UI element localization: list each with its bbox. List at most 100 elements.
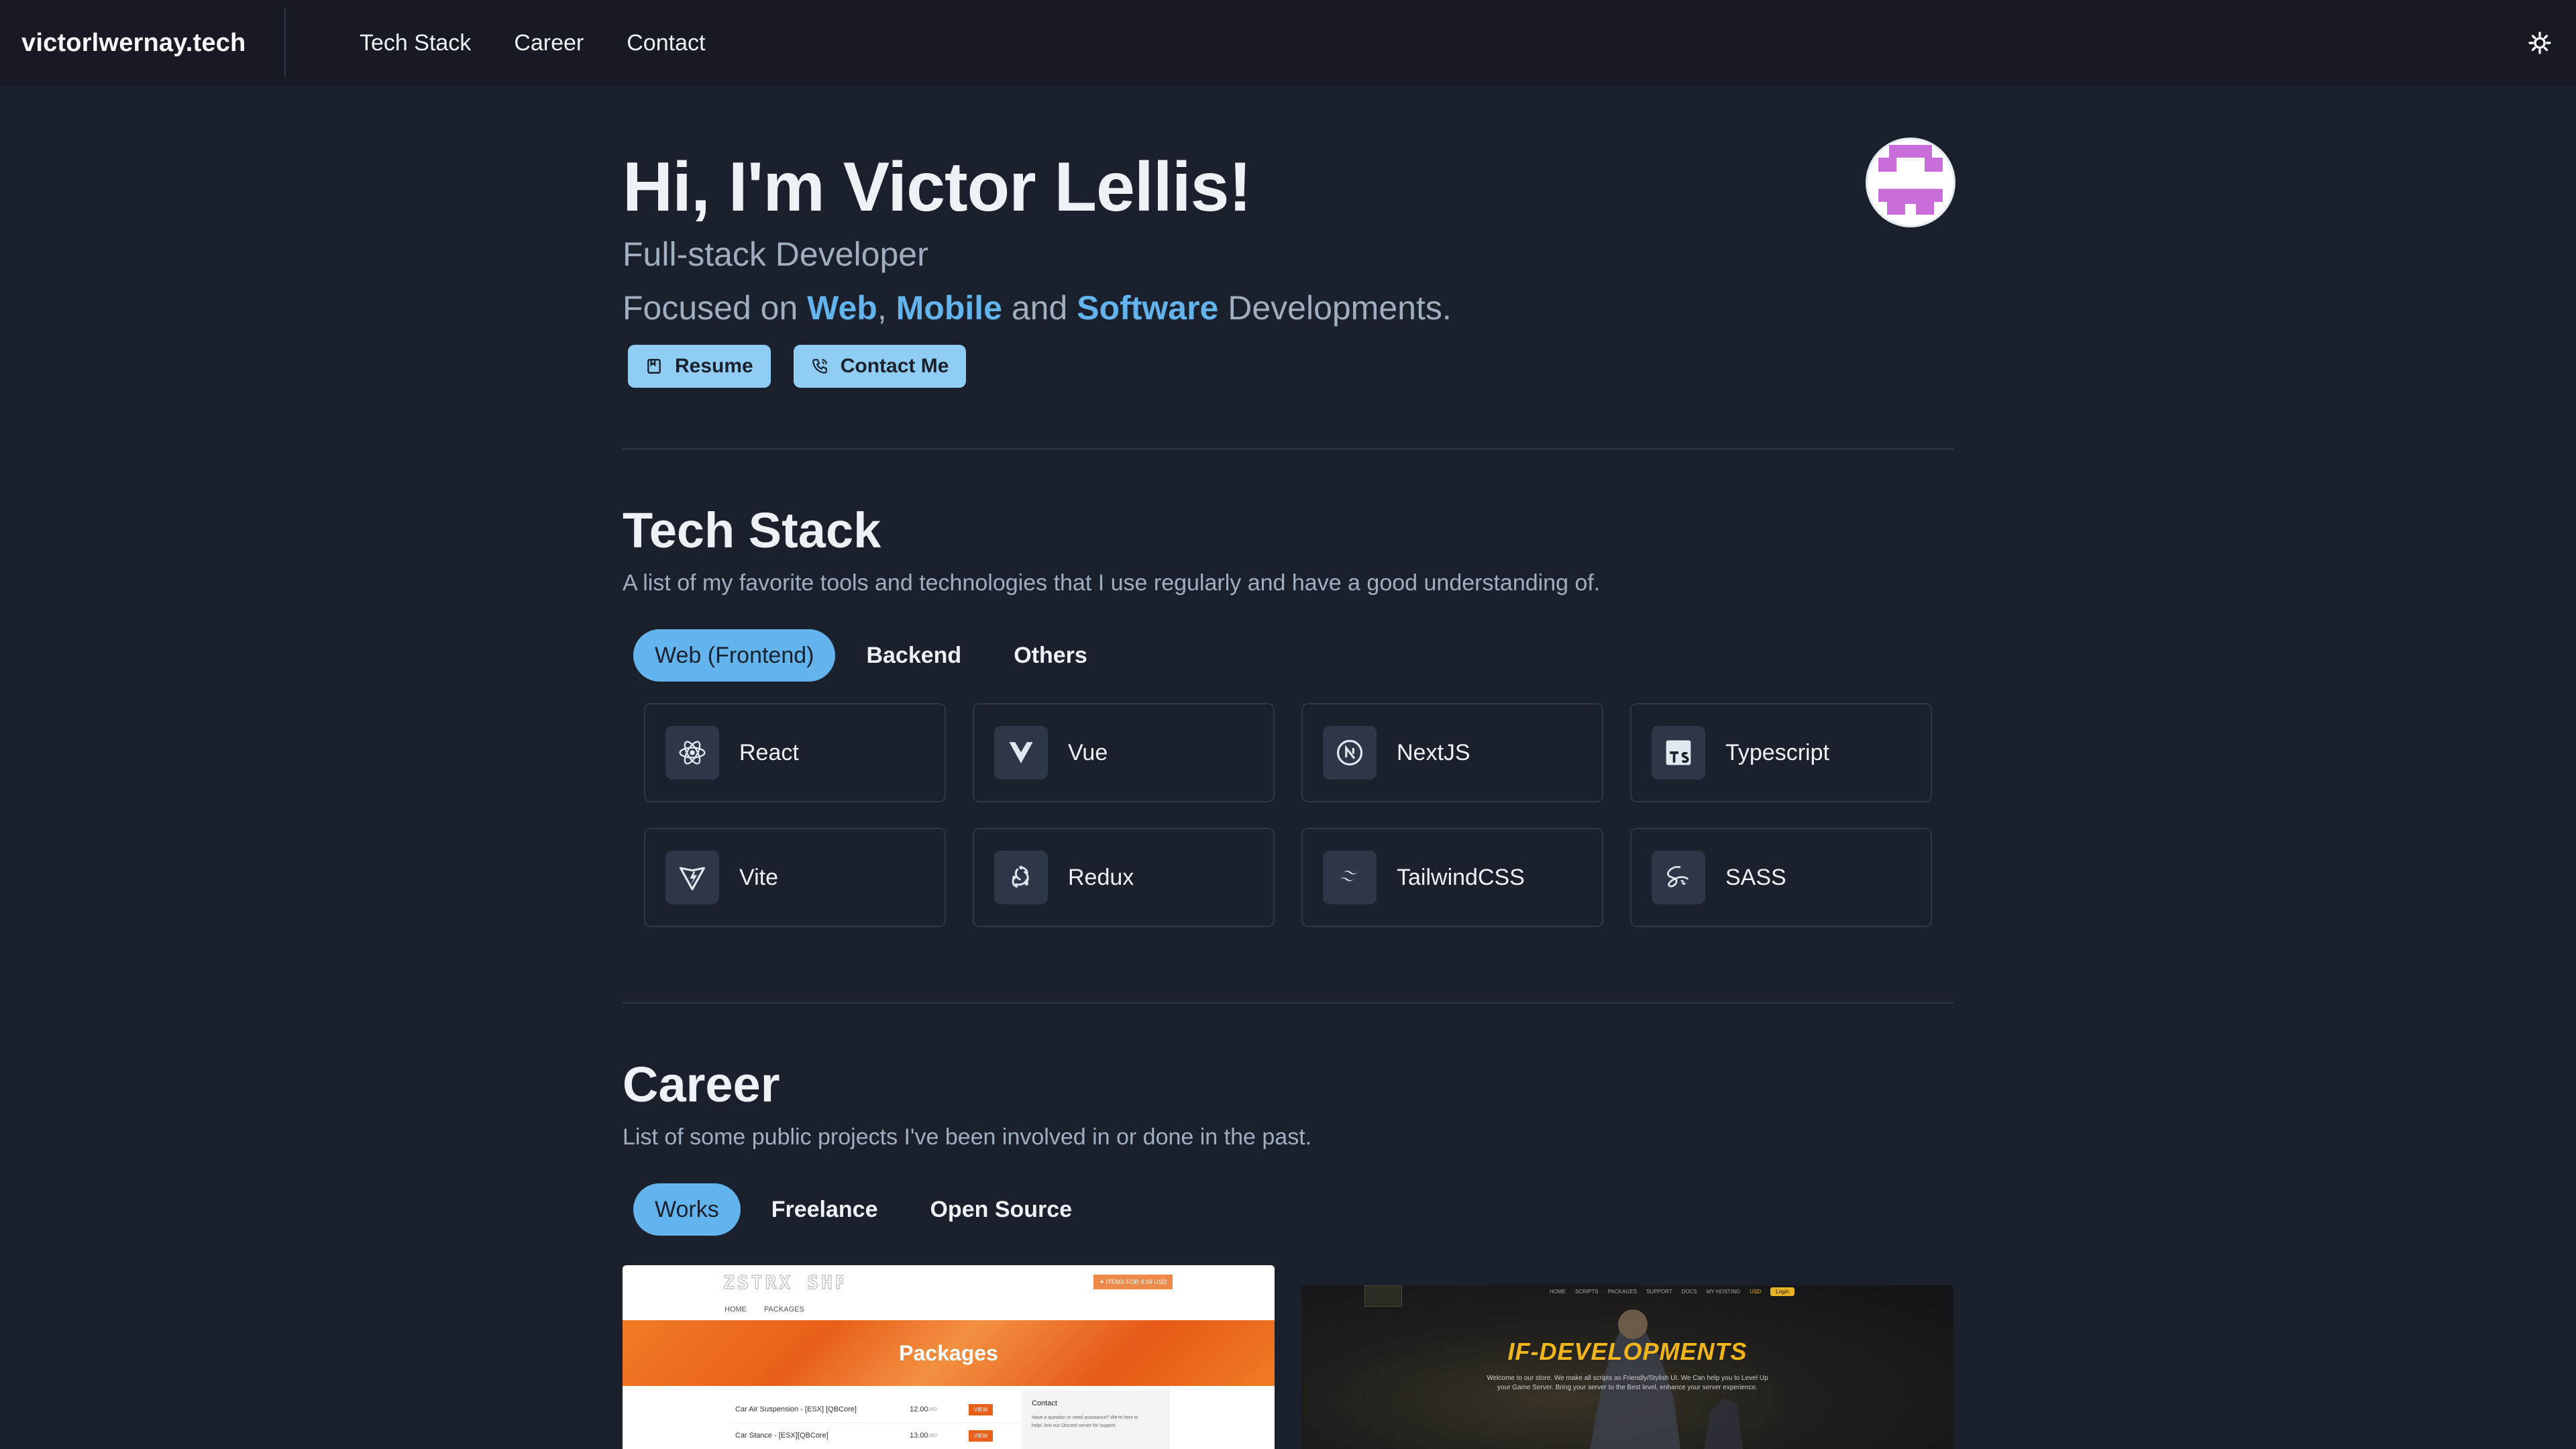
nav-links: Tech Stack Career Contact — [360, 0, 705, 86]
project2-tagline: Welcome to our store. We make all script… — [1487, 1375, 1768, 1391]
project1-list: Car Air Suspension - [ESX] [QBCore] 12.0… — [730, 1397, 1032, 1448]
focus-prefix: Focused on — [623, 289, 808, 327]
focus-and: and — [1002, 289, 1077, 327]
project1-row-currency: USD — [927, 1433, 937, 1438]
vue-icon — [994, 726, 1048, 780]
project2-title: IF-DEVELOPMENTS — [1507, 1338, 1748, 1365]
project1-row: Car Air Suspension - [ESX] [QBCore] 12.0… — [730, 1397, 1032, 1423]
project2-logo — [1364, 1285, 1402, 1307]
project1-contact-text: Have a question or need assistance? We'r… — [1032, 1415, 1138, 1428]
focus-suffix: Developments. — [1218, 289, 1452, 327]
redux-icon — [994, 851, 1048, 904]
tech-stack-description: A list of my favorite tools and technolo… — [623, 570, 1601, 596]
nav-link-contact[interactable]: Contact — [627, 30, 705, 56]
tech-label: Redux — [1068, 864, 1134, 890]
hero-focus: Focused on Web, Mobile and Software Deve… — [623, 288, 1452, 327]
tech-label: NextJS — [1397, 739, 1470, 765]
contact-me-button[interactable]: Contact Me — [793, 345, 967, 388]
sass-icon — [1652, 851, 1705, 904]
nextjs-icon — [1323, 726, 1377, 780]
tech-card-sass[interactable]: SASS — [1630, 828, 1932, 927]
project2-nav: HOME SCRIPTS PACKAGES SUPPORT DOCS MY HO… — [1550, 1285, 1794, 1297]
document-icon — [647, 359, 661, 374]
project1-row-name: Car Stance - [ESX][QBCore] — [735, 1432, 828, 1440]
tab-others[interactable]: Others — [992, 629, 1109, 682]
navbar-divider — [284, 8, 286, 78]
career-projects: ZSTRX SHP ✦ ITEMS FOR 9.99 USD HOME PACK… — [623, 1265, 1953, 1449]
project1-nav: HOME PACKAGES — [724, 1305, 804, 1313]
resume-label: Resume — [675, 355, 753, 377]
top-navbar: victorlwernay.tech Tech Stack Career Con… — [0, 0, 2576, 86]
tab-backend[interactable]: Backend — [845, 629, 983, 682]
project1-row-price: 12.00 — [910, 1405, 928, 1413]
site-brand[interactable]: victorlwernay.tech — [21, 0, 246, 86]
project1-view-button: VIEW — [969, 1403, 994, 1415]
focus-comma: , — [877, 289, 887, 327]
project1-logo: ZSTRX SHP — [723, 1271, 844, 1293]
project1-row-currency: USD — [927, 1407, 937, 1412]
tab-open-source[interactable]: Open Source — [908, 1183, 1093, 1236]
project1-banner-title: Packages — [899, 1340, 998, 1365]
project2-login-button: Login — [1770, 1287, 1794, 1296]
hero-greeting: Hi, I'm Victor Lellis! — [623, 148, 1252, 226]
project-card-store[interactable]: ZSTRX SHP ✦ ITEMS FOR 9.99 USD HOME PACK… — [623, 1265, 1275, 1449]
hero-role: Full-stack Developer — [623, 235, 928, 273]
avatar — [1868, 140, 1953, 225]
project1-contact-box: Contact Have a question or need assistan… — [1022, 1390, 1170, 1449]
project1-nav-item: PACKAGES — [764, 1305, 804, 1313]
section-divider — [623, 448, 1953, 449]
project2-currency: USD — [1750, 1288, 1762, 1295]
avatar-identicon — [1868, 140, 1953, 225]
typescript-icon — [1652, 726, 1705, 780]
project-card-if-developments[interactable]: HOME SCRIPTS PACKAGES SUPPORT DOCS MY HO… — [1301, 1285, 1953, 1449]
project1-nav-item: HOME — [724, 1305, 747, 1313]
tech-card-nextjs[interactable]: NextJS — [1301, 703, 1603, 802]
character-silhouette — [1590, 1309, 1743, 1449]
project1-promo-button: ✦ ITEMS FOR 9.99 USD — [1093, 1275, 1173, 1289]
nav-link-tech-stack[interactable]: Tech Stack — [360, 30, 471, 56]
tech-stack-tabs: Web (Frontend) Backend Others — [633, 629, 1109, 682]
project2-nav-item: SCRIPTS — [1575, 1288, 1599, 1295]
tech-card-vite[interactable]: Vite — [644, 828, 946, 927]
tech-label: Vite — [739, 864, 778, 890]
project1-row-price: 13.00 — [910, 1432, 928, 1440]
project2-nav-item: SUPPORT — [1646, 1288, 1672, 1295]
tech-card-typescript[interactable]: Typescript — [1630, 703, 1932, 802]
tech-card-tailwindcss[interactable]: TailwindCSS — [1301, 828, 1603, 927]
tab-web-frontend[interactable]: Web (Frontend) — [633, 629, 836, 682]
project1-banner: Packages — [623, 1320, 1275, 1386]
focus-software: Software — [1077, 289, 1219, 327]
project2-nav-item: MY HOSTING — [1706, 1288, 1741, 1295]
project2-nav-item: PACKAGES — [1607, 1288, 1638, 1295]
project1-row: Car Stance - [ESX][QBCore] 13.00 USD VIE… — [730, 1423, 1032, 1448]
react-icon — [665, 726, 719, 780]
focus-web: Web — [807, 289, 877, 327]
tech-card-redux[interactable]: Redux — [973, 828, 1275, 927]
tech-card-react[interactable]: React — [644, 703, 946, 802]
resume-button[interactable]: Resume — [628, 345, 771, 388]
project1-header: ZSTRX SHP ✦ ITEMS FOR 9.99 USD — [623, 1265, 1275, 1300]
tech-stack-title: Tech Stack — [623, 502, 881, 558]
section-divider — [623, 1002, 1953, 1004]
tech-label: TailwindCSS — [1397, 864, 1525, 890]
vite-icon — [665, 851, 719, 904]
tech-label: SASS — [1725, 864, 1786, 890]
tech-label: React — [739, 739, 799, 765]
tech-stack-grid: React Vue NextJS Typescript Vite Redux T… — [644, 703, 1932, 927]
tech-label: Vue — [1068, 739, 1108, 765]
theme-toggle-button[interactable] — [2526, 30, 2553, 56]
tech-card-vue[interactable]: Vue — [973, 703, 1275, 802]
tailwind-icon — [1323, 851, 1377, 904]
project2-nav-item: DOCS — [1681, 1288, 1697, 1295]
focus-mobile: Mobile — [896, 289, 1002, 327]
project1-view-button: VIEW — [969, 1430, 994, 1442]
tech-label: Typescript — [1725, 739, 1829, 765]
tab-works[interactable]: Works — [633, 1183, 741, 1236]
phone-icon — [812, 359, 827, 374]
sun-icon — [2528, 32, 2551, 54]
tab-freelance[interactable]: Freelance — [750, 1183, 900, 1236]
nav-link-career[interactable]: Career — [514, 30, 584, 56]
career-tabs: Works Freelance Open Source — [633, 1183, 1093, 1236]
project2-nav-item: HOME — [1550, 1288, 1566, 1295]
project1-row-name: Car Air Suspension - [ESX] [QBCore] — [735, 1405, 857, 1413]
